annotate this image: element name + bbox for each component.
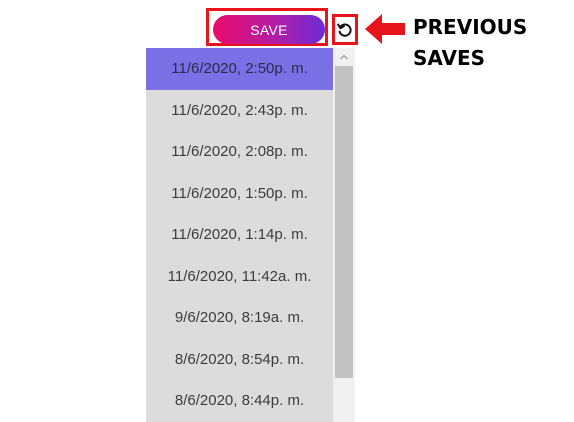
previous-saves-list: 11/6/2020, 2:50p. m. 11/6/2020, 2:43p. m…	[146, 48, 333, 422]
scrollbar-thumb[interactable]	[335, 66, 353, 378]
list-scrollbar[interactable]	[333, 48, 355, 422]
list-item[interactable]: 8/6/2020, 8:44p. m.	[146, 380, 333, 422]
previous-saves-button[interactable]	[332, 14, 358, 45]
previous-saves-dropdown: 11/6/2020, 2:50p. m. 11/6/2020, 2:43p. m…	[146, 48, 355, 422]
annotation-line-1: PREVIOUS	[413, 15, 528, 39]
previous-saves-annotation: PREVIOUS SAVES	[413, 12, 527, 74]
list-item[interactable]: 11/6/2020, 2:43p. m.	[146, 90, 333, 132]
list-item[interactable]: 11/6/2020, 1:50p. m.	[146, 173, 333, 215]
save-button[interactable]: SAVE	[213, 15, 325, 44]
annotation-line-2: SAVES	[413, 46, 486, 70]
history-icon	[337, 22, 353, 38]
list-item[interactable]: 11/6/2020, 1:14p. m.	[146, 214, 333, 256]
scroll-up-icon[interactable]	[333, 48, 355, 66]
list-item[interactable]: 8/6/2020, 8:54p. m.	[146, 339, 333, 381]
red-arrow-icon	[363, 12, 407, 51]
list-item[interactable]: 11/6/2020, 11:42a. m.	[146, 256, 333, 298]
list-item[interactable]: 11/6/2020, 2:08p. m.	[146, 131, 333, 173]
list-item[interactable]: 9/6/2020, 8:19a. m.	[146, 297, 333, 339]
list-item[interactable]: 11/6/2020, 2:50p. m.	[146, 48, 333, 90]
